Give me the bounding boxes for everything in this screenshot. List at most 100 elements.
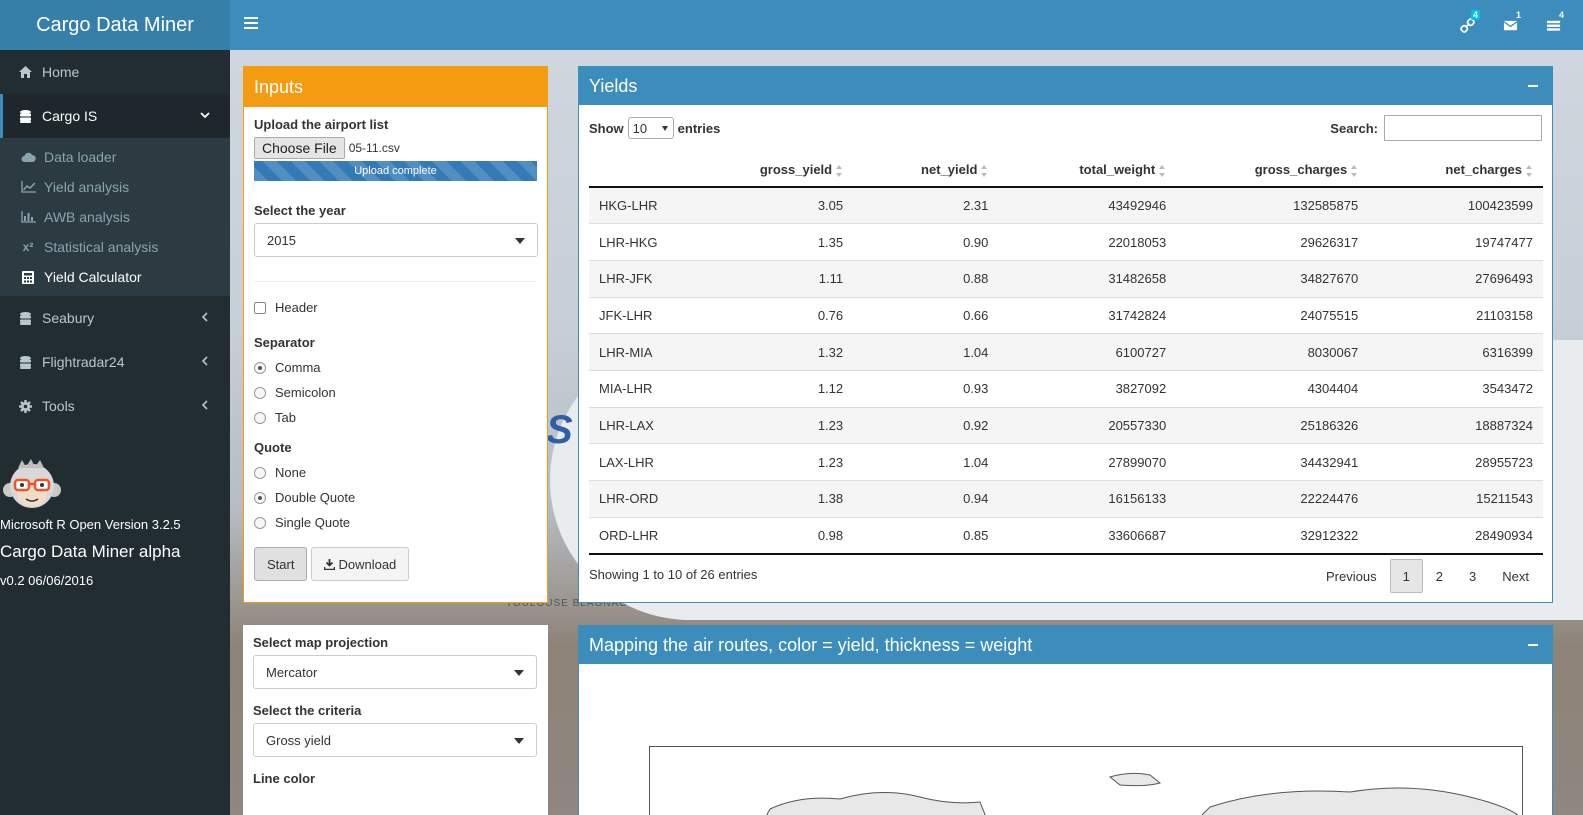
value-cell: 16156133: [998, 480, 1177, 518]
chevron-down-icon: [200, 112, 210, 119]
value-cell: 6316399: [1368, 333, 1543, 371]
value-cell: 0.98: [721, 516, 854, 555]
progress-label: Upload complete: [354, 165, 437, 177]
length-control: Show 10 entries: [589, 117, 720, 139]
column-header-gross-yield[interactable]: gross_yield: [721, 153, 854, 188]
separator-label: Separator: [254, 335, 315, 350]
collapse-icon[interactable]: [1528, 85, 1538, 87]
value-cell: 132585875: [1176, 186, 1369, 224]
table-row[interactable]: JFK-LHR 0.76 0.66 31742824 24075515 21103158: [589, 296, 1543, 334]
table-row[interactable]: LHR-HKG 1.35 0.90 22018053 29626317 19747477: [589, 223, 1543, 261]
value-cell: 0.94: [853, 480, 999, 518]
app-logo[interactable]: Cargo Data Miner: [0, 0, 230, 50]
page-3-button[interactable]: 3: [1456, 559, 1489, 593]
start-label: Start: [267, 556, 295, 572]
sidebar-item-cargo-is[interactable]: Cargo IS: [0, 94, 230, 138]
value-cell: 28955723: [1368, 443, 1543, 481]
criteria-select[interactable]: Gross yield: [253, 723, 537, 757]
collapse-icon[interactable]: [1528, 644, 1538, 646]
notifications-badge: 4: [1558, 10, 1564, 20]
value-cell: 0.76: [721, 296, 854, 334]
search-input[interactable]: [1384, 115, 1542, 141]
sidebar-toggle-icon[interactable]: [244, 17, 258, 29]
table-row[interactable]: HKG-LHR 3.05 2.31 43492946 132585875 10042359…: [589, 186, 1543, 224]
sidebar-item-yield-calculator[interactable]: Yield Calculator: [0, 262, 230, 292]
column-header-net-yield[interactable]: net_yield: [853, 153, 999, 188]
world-map[interactable]: [649, 746, 1523, 815]
route-cell: LAX-LHR: [589, 443, 722, 481]
sidebar-item-awb-analysis[interactable]: AWB analysis: [0, 202, 230, 232]
table-row[interactable]: LAX-LHR 1.23 1.04 27899070 34432941 28955723: [589, 443, 1543, 481]
value-cell: 34827670: [1176, 259, 1369, 298]
upload-label: Upload the airport list: [254, 117, 389, 132]
airplane-lettering: S: [546, 408, 573, 452]
sidebar-item-flightradar24[interactable]: Flightradar24: [0, 340, 230, 384]
value-cell: 1.32: [721, 333, 854, 371]
table-row[interactable]: LHR-JFK 1.11 0.88 31482658 34827670 27696493: [589, 259, 1543, 298]
cargo-is-submenu: Data loader Yield analysis AWB analysis …: [0, 138, 230, 296]
sidebar-item-yield-analysis[interactable]: Yield analysis: [0, 172, 230, 202]
criteria-select-value: Gross yield: [266, 732, 332, 748]
separator-radio-tab[interactable]: Tab: [254, 405, 537, 430]
radio-label: None: [275, 465, 307, 480]
tasks-menu[interactable]: 4: [1446, 0, 1489, 50]
column-header-label: net_charges: [1445, 162, 1522, 177]
column-header-net-charges[interactable]: net_charges: [1368, 153, 1543, 188]
quote-radio-single[interactable]: Single Quote: [254, 510, 537, 535]
notifications-menu[interactable]: 4: [1532, 0, 1575, 50]
messages-menu[interactable]: 1: [1489, 0, 1532, 50]
sidebar-item-label: Yield Calculator: [44, 269, 142, 285]
x-squared-icon: x²: [22, 240, 34, 254]
table-row[interactable]: LHR-LAX 1.23 0.92 20557330 25186326 18887324: [589, 406, 1543, 444]
sidebar-item-data-loader[interactable]: Data loader: [0, 142, 230, 172]
radio-label: Comma: [275, 360, 321, 375]
quote-radio-none[interactable]: None: [254, 460, 537, 485]
choose-file-button[interactable]: Choose File: [254, 137, 345, 159]
table-row[interactable]: LHR-ORD 1.38 0.94 16156133 22224476 15211543: [589, 480, 1543, 518]
separator-radio-semicolon[interactable]: Semicolon: [254, 380, 537, 405]
table-body: HKG-LHR 3.05 2.31 43492946 132585875 10042359…: [589, 186, 1543, 555]
value-cell: 3543472: [1368, 369, 1543, 408]
value-cell: 21103158: [1368, 296, 1543, 334]
divider: [254, 281, 537, 282]
sidebar-item-statistical-analysis[interactable]: x² Statistical analysis: [0, 232, 230, 262]
yields-table: gross_yield net_yield total_weight gross_ch…: [589, 153, 1543, 555]
quote-radio-double[interactable]: Double Quote: [254, 485, 537, 510]
projection-select[interactable]: Mercator: [253, 655, 537, 689]
value-cell: 0.88: [853, 259, 999, 298]
radio-label: Double Quote: [275, 490, 356, 505]
separator-radio-comma[interactable]: Comma: [254, 355, 537, 380]
table-row[interactable]: ORD-LHR 0.98 0.85 33606687 32912322 28490934: [589, 516, 1543, 555]
value-cell: 27899070: [998, 443, 1177, 481]
messages-badge: 1: [1515, 10, 1521, 20]
yields-header: Yields: [579, 67, 1552, 105]
entries-label: entries: [677, 120, 721, 136]
radio-dot: [254, 491, 266, 504]
page-1-button[interactable]: 1: [1389, 559, 1423, 593]
sort-icon: [836, 164, 843, 177]
year-select[interactable]: 2015: [254, 223, 538, 257]
value-cell: 31482658: [998, 259, 1177, 298]
header-checkbox[interactable]: Header: [254, 300, 537, 315]
sidebar-item-label: AWB analysis: [44, 209, 130, 225]
sidebar-item-home[interactable]: Home: [0, 50, 230, 94]
start-button[interactable]: Start: [254, 547, 308, 581]
map-header: Mapping the air routes, color = yield, t…: [579, 626, 1552, 664]
value-cell: 0.66: [853, 296, 999, 334]
table-row[interactable]: LHR-MIA 1.32 1.04 6100727 8030067 6316399: [589, 333, 1543, 371]
sidebar-item-seabury[interactable]: Seabury: [0, 296, 230, 340]
chevron-left-icon: [201, 356, 208, 366]
column-header-total-weight[interactable]: total_weight: [998, 153, 1177, 188]
radio-label: Semicolon: [275, 385, 336, 400]
page-2-button[interactable]: 2: [1423, 559, 1456, 593]
previous-page-button[interactable]: Previous: [1313, 559, 1390, 593]
entries-length-select[interactable]: 10: [627, 117, 674, 139]
next-page-button[interactable]: Next: [1489, 559, 1542, 593]
caret-down-icon: [661, 126, 668, 131]
sidebar-item-tools[interactable]: Tools: [0, 384, 230, 428]
table-row[interactable]: MIA-LHR 1.12 0.93 3827092 4304404 3543472: [589, 369, 1543, 408]
inputs-panel: Inputs Upload the airport list Choose Fi…: [243, 66, 548, 603]
download-button[interactable]: Download: [311, 547, 410, 581]
column-header-gross-charges[interactable]: gross_charges: [1176, 153, 1369, 188]
sort-icon: [1351, 164, 1358, 177]
